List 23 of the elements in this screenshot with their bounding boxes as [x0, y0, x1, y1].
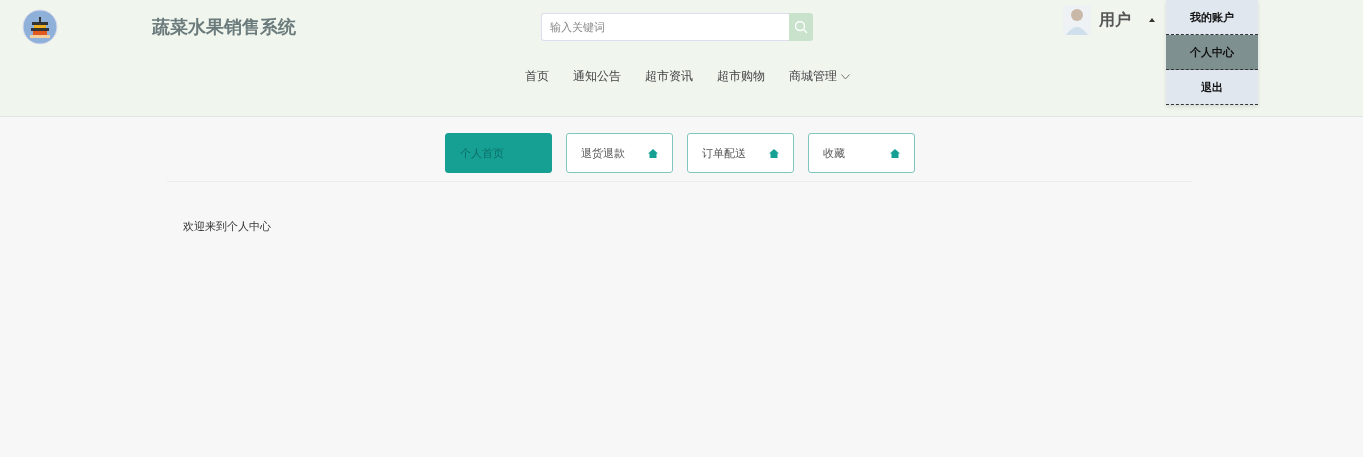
avatar-icon[interactable]	[1063, 5, 1091, 35]
nav-link[interactable]: 通知公告	[569, 68, 625, 85]
logo-icon	[22, 9, 58, 45]
site-title: 蔬菜水果销售系统	[152, 15, 297, 39]
tab[interactable]: 订单配送	[686, 133, 794, 173]
nav-link[interactable]: 超市购物	[713, 68, 769, 85]
nav-link[interactable]: 首页	[521, 68, 553, 85]
home-icon	[768, 148, 779, 158]
menu-item[interactable]: 个人中心	[1166, 35, 1258, 70]
home-icon	[889, 148, 900, 158]
nav-link[interactable]: 超市资讯	[641, 68, 697, 85]
search-field[interactable]: 输入关键词	[541, 13, 789, 41]
menu-item[interactable]: 退出	[1166, 70, 1258, 105]
user-name[interactable]: 用户	[1099, 9, 1131, 31]
search-button[interactable]	[789, 13, 813, 41]
menu-item[interactable]: 我的账户	[1166, 0, 1258, 35]
home-icon	[647, 148, 658, 158]
tab[interactable]: 收藏	[807, 133, 915, 173]
search-icon	[794, 20, 808, 34]
welcome-text: 欢迎来到个人中心	[183, 219, 272, 234]
nav-link[interactable]: 商城管理	[785, 68, 854, 85]
tab[interactable]: 退货退款	[565, 133, 673, 173]
caret-icon[interactable]	[1149, 18, 1155, 22]
